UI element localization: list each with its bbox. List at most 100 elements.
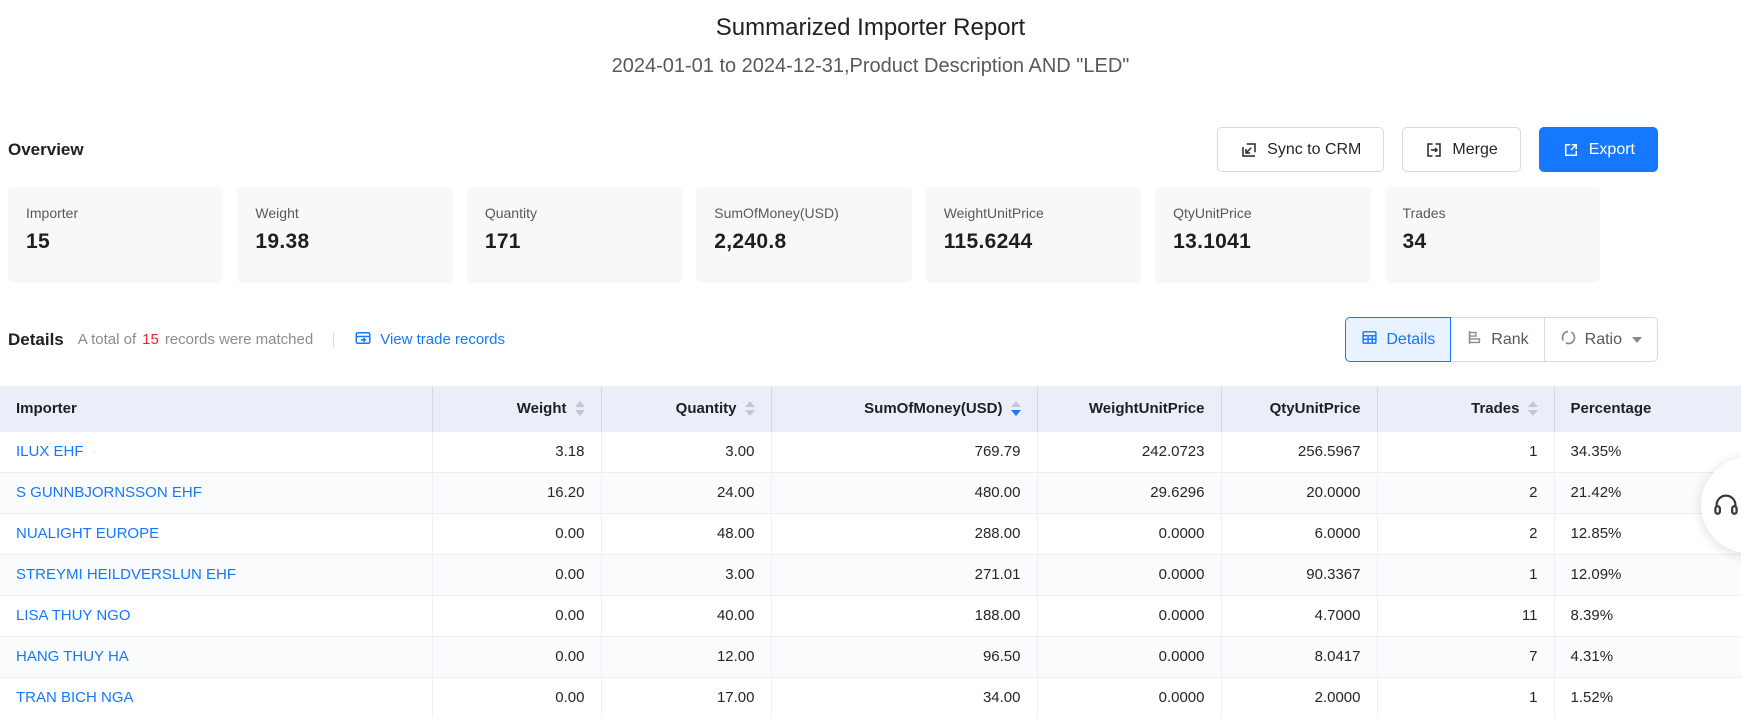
- export-label: Export: [1589, 141, 1635, 159]
- quantity-cell: 17.00: [601, 677, 771, 718]
- importer-link[interactable]: ILUX EHF: [16, 443, 84, 460]
- column-label: SumOfMoney(USD): [864, 400, 1002, 417]
- percentage-cell: 12.09%: [1554, 554, 1741, 595]
- weight-unit-price-cell: 0.0000: [1037, 513, 1221, 554]
- view-trade-records-link[interactable]: View trade records: [354, 329, 505, 351]
- sort-icon[interactable]: [575, 401, 585, 416]
- quantity-cell: 3.00: [601, 554, 771, 595]
- card-value: 2,240.8: [714, 230, 911, 254]
- percentage-cell: 8.39%: [1554, 595, 1741, 636]
- card-label: Importer: [26, 205, 223, 221]
- sort-icon-active-desc[interactable]: [1011, 401, 1021, 416]
- weight-unit-price-cell: 29.6296: [1037, 472, 1221, 513]
- merge-label: Merge: [1452, 141, 1497, 159]
- export-button[interactable]: Export: [1539, 127, 1658, 172]
- importer-details-table: Importer Weight Quantity SumOfMoney(USD)…: [0, 386, 1741, 718]
- percentage-cell: 1.52%: [1554, 677, 1741, 718]
- sort-icon[interactable]: [1528, 401, 1538, 416]
- table-row: LISA THUY NGO 0.00 40.00 188.00 0.0000 4…: [0, 595, 1741, 636]
- trades-cell: 1: [1377, 431, 1554, 472]
- column-header-trades[interactable]: Trades: [1377, 386, 1554, 431]
- quantity-cell: 24.00: [601, 472, 771, 513]
- importer-link[interactable]: TRAN BICH NGA: [16, 689, 134, 706]
- column-label: QtyUnitPrice: [1270, 400, 1361, 417]
- quantity-cell: 48.00: [601, 513, 771, 554]
- trades-cell: 2: [1377, 513, 1554, 554]
- card-value: 34: [1403, 230, 1600, 254]
- table-row: S GUNNBJORNSSON EHF 16.20 24.00 480.00 2…: [0, 472, 1741, 513]
- merge-icon: [1425, 141, 1443, 159]
- sum-cell: 288.00: [771, 513, 1037, 554]
- importer-link[interactable]: NUALIGHT EUROPE: [16, 525, 159, 542]
- qty-unit-price-cell: 20.0000: [1221, 472, 1377, 513]
- match-summary-prefix: A total of: [78, 331, 136, 348]
- trades-cell: 7: [1377, 636, 1554, 677]
- sort-icon[interactable]: [745, 401, 755, 416]
- details-heading: Details: [8, 330, 64, 350]
- quantity-cell: 40.00: [601, 595, 771, 636]
- card-value: 13.1041: [1173, 230, 1370, 254]
- ratio-donut-icon: [1560, 329, 1577, 351]
- trades-cell: 1: [1377, 677, 1554, 718]
- page-title: Summarized Importer Report: [0, 14, 1741, 42]
- tab-ratio-label: Ratio: [1585, 331, 1622, 349]
- column-header-weight-unit-price: WeightUnitPrice: [1037, 386, 1221, 431]
- weight-unit-price-cell: 0.0000: [1037, 677, 1221, 718]
- table-header-row: Importer Weight Quantity SumOfMoney(USD)…: [0, 386, 1741, 431]
- table-row: HANG THUY HA 0.00 12.00 96.50 0.0000 8.0…: [0, 636, 1741, 677]
- column-label: Quantity: [676, 400, 737, 417]
- table-row: NUALIGHT EUROPE 0.00 48.00 288.00 0.0000…: [0, 513, 1741, 554]
- column-header-importer: Importer: [0, 386, 432, 431]
- tab-details-label: Details: [1386, 331, 1435, 349]
- weight-unit-price-cell: 242.0723: [1037, 431, 1221, 472]
- tab-rank[interactable]: Rank: [1450, 317, 1544, 362]
- importer-link[interactable]: LISA THUY NGO: [16, 607, 131, 624]
- card-value: 171: [485, 230, 682, 254]
- card-quantity: Quantity 171: [467, 187, 682, 283]
- sync-to-crm-label: Sync to CRM: [1267, 141, 1361, 159]
- qty-unit-price-cell: 2.0000: [1221, 677, 1377, 718]
- details-bar: Details A total of 15 records were match…: [8, 317, 1658, 362]
- trades-cell: 2: [1377, 472, 1554, 513]
- card-weight-unit-price: WeightUnitPrice 115.6244: [926, 187, 1141, 283]
- merge-button[interactable]: Merge: [1402, 127, 1520, 172]
- column-header-sum-of-money[interactable]: SumOfMoney(USD): [771, 386, 1037, 431]
- importer-link[interactable]: S GUNNBJORNSSON EHF: [16, 484, 202, 501]
- qty-unit-price-cell: 90.3367: [1221, 554, 1377, 595]
- column-label: Percentage: [1571, 400, 1652, 417]
- weight-cell: 0.00: [432, 636, 601, 677]
- tab-ratio[interactable]: Ratio: [1544, 317, 1658, 362]
- tab-details[interactable]: Details: [1345, 317, 1451, 362]
- importer-link[interactable]: HANG THUY HA: [16, 648, 129, 665]
- qty-unit-price-cell: 256.5967: [1221, 431, 1377, 472]
- card-value: 19.38: [255, 230, 452, 254]
- bar-rank-icon: [1466, 329, 1483, 351]
- view-mode-tabs: Details Rank Ratio: [1345, 317, 1658, 362]
- weight-cell: 0.00: [432, 677, 601, 718]
- quantity-cell: 3.00: [601, 431, 771, 472]
- card-label: Weight: [255, 205, 452, 221]
- sync-to-crm-button[interactable]: Sync to CRM: [1217, 127, 1384, 172]
- weight-unit-price-cell: 0.0000: [1037, 554, 1221, 595]
- export-icon: [1562, 141, 1580, 159]
- card-qty-unit-price: QtyUnitPrice 13.1041: [1155, 187, 1370, 283]
- weight-unit-price-cell: 0.0000: [1037, 636, 1221, 677]
- card-label: SumOfMoney(USD): [714, 205, 911, 221]
- percentage-cell: 4.31%: [1554, 636, 1741, 677]
- overview-cards: Importer 15 Weight 19.38 Quantity 171 Su…: [8, 187, 1600, 283]
- qty-unit-price-cell: 8.0417: [1221, 636, 1377, 677]
- column-header-weight[interactable]: Weight: [432, 386, 601, 431]
- tab-rank-label: Rank: [1491, 331, 1528, 349]
- importer-link[interactable]: STREYMI HEILDVERSLUN EHF: [16, 566, 236, 583]
- weight-cell: 0.00: [432, 513, 601, 554]
- card-value: 15: [26, 230, 223, 254]
- trade-records-icon: [354, 329, 372, 351]
- qty-unit-price-cell: 4.7000: [1221, 595, 1377, 636]
- percentage-cell: 34.35%: [1554, 431, 1741, 472]
- column-label: Trades: [1471, 400, 1519, 417]
- column-header-quantity[interactable]: Quantity: [601, 386, 771, 431]
- table-row: STREYMI HEILDVERSLUN EHF 0.00 3.00 271.0…: [0, 554, 1741, 595]
- card-label: Trades: [1403, 205, 1600, 221]
- vertical-divider: [333, 332, 334, 348]
- overview-heading: Overview: [8, 140, 84, 160]
